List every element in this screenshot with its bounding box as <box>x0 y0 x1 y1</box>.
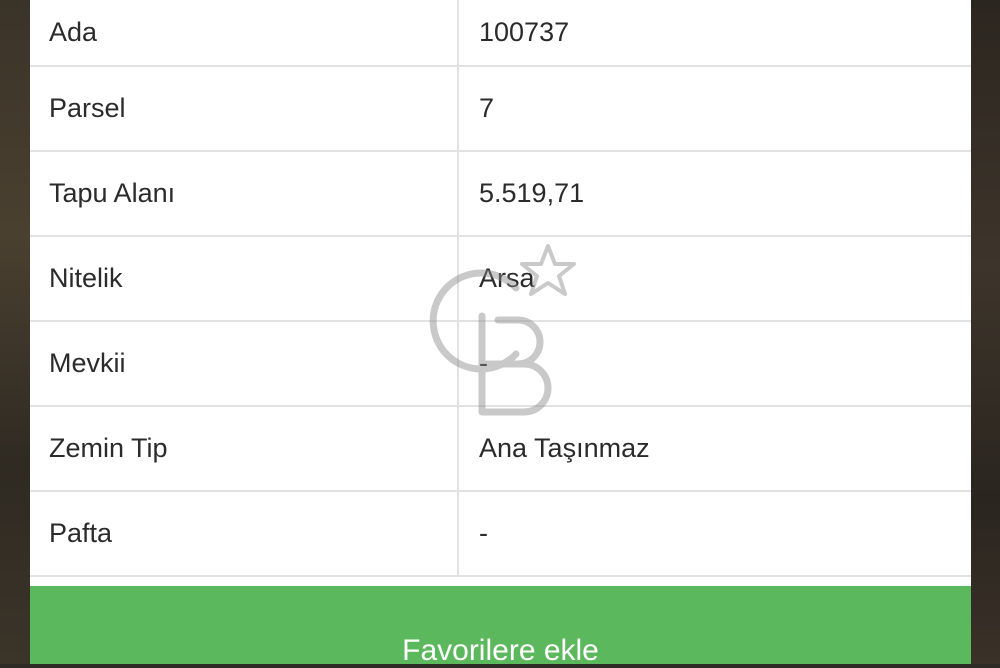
row-label: Zemin Tip <box>30 406 459 492</box>
row-label: Nitelik <box>30 236 459 322</box>
table-row-tapu-alani: Tapu Alanı 5.519,71 <box>30 151 971 237</box>
background-photo-right <box>970 0 1000 664</box>
property-details-panel: Ada 100737 Parsel 7 Tapu Alanı 5.519,71 … <box>30 0 971 667</box>
row-value: 7 <box>458 66 971 152</box>
row-label: Pafta <box>30 491 459 577</box>
row-value: Arsa <box>458 236 971 322</box>
row-label: Parsel <box>30 66 459 152</box>
add-to-favorites-label: Favorilere ekle <box>402 634 599 667</box>
row-label: Ada <box>30 0 459 67</box>
table-row-nitelik: Nitelik Arsa <box>30 236 971 322</box>
table-row-pafta: Pafta - <box>30 491 971 577</box>
row-label: Tapu Alanı <box>30 151 459 237</box>
row-value: - <box>458 491 971 577</box>
row-value: 100737 <box>458 0 971 67</box>
add-to-favorites-button[interactable]: Favorilere ekle <box>30 586 971 667</box>
row-value: - <box>458 321 971 407</box>
table-row-ada: Ada 100737 <box>30 0 971 67</box>
background-photo-left <box>0 0 30 664</box>
table-row-mevkii: Mevkii - <box>30 321 971 407</box>
table-row-zemin-tip: Zemin Tip Ana Taşınmaz <box>30 406 971 492</box>
row-value: 5.519,71 <box>458 151 971 237</box>
table-row-parsel: Parsel 7 <box>30 66 971 152</box>
property-info-table: Ada 100737 Parsel 7 Tapu Alanı 5.519,71 … <box>30 0 971 577</box>
row-value: Ana Taşınmaz <box>458 406 971 492</box>
row-label: Mevkii <box>30 321 459 407</box>
